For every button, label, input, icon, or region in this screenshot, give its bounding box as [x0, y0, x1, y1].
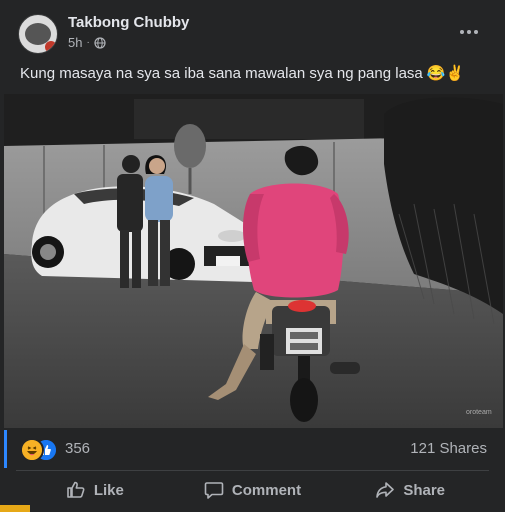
reaction-icons[interactable]	[20, 438, 60, 462]
photo-watermark: oroteam	[466, 409, 492, 416]
thumbs-up-icon	[67, 481, 85, 498]
more-icon[interactable]	[456, 22, 482, 42]
reaction-bar: 356 121 Shares	[4, 430, 503, 470]
share-icon	[376, 482, 395, 498]
post-header: Takbong Chubby 5h ·	[0, 0, 505, 60]
like-label: Like	[93, 481, 124, 499]
post-caption: Kung masaya na sya sa iba sana mawalan s…	[20, 65, 465, 82]
share-label: Share	[403, 481, 446, 499]
comment-button[interactable]: Comment	[174, 472, 332, 508]
meta-separator: ·	[86, 37, 90, 48]
haha-icon	[20, 438, 44, 462]
reaction-accent	[4, 430, 7, 468]
globe-icon	[94, 36, 106, 49]
post-meta: 5h ·	[68, 35, 106, 50]
author-avatar[interactable]	[18, 14, 58, 54]
reaction-count[interactable]: 356	[65, 440, 90, 457]
like-button[interactable]: Like	[16, 472, 174, 508]
action-divider	[16, 470, 489, 471]
comment-label: Comment	[231, 481, 302, 499]
post-actions: Like Comment Share	[16, 472, 489, 508]
shares-count[interactable]: 121 Shares	[410, 440, 487, 457]
share-button[interactable]: Share	[331, 472, 489, 508]
corner-accent	[0, 505, 30, 512]
post-time[interactable]: 5h	[68, 35, 82, 50]
feed-post: Takbong Chubby 5h · Kung masaya na sya s…	[0, 0, 505, 512]
comment-icon	[204, 482, 224, 499]
post-photo[interactable]: oroteam	[4, 94, 503, 428]
author-name[interactable]: Takbong Chubby	[68, 14, 189, 31]
photo-illustration: oroteam	[4, 94, 503, 428]
